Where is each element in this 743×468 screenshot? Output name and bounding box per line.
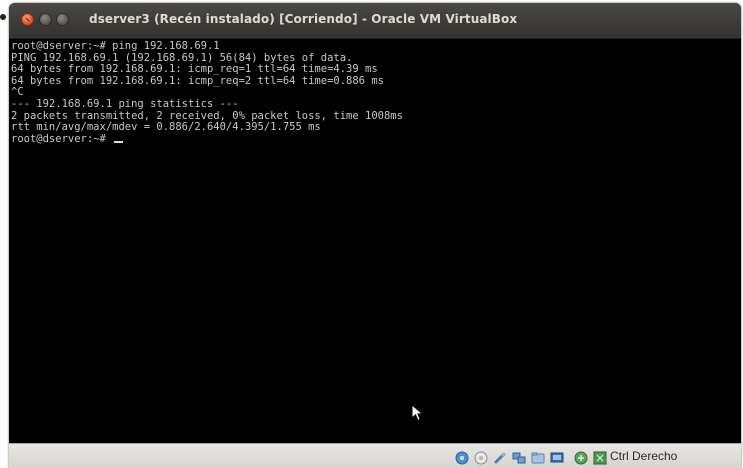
- virtualbox-window: dserver3 (Recén instalado) [Corriendo] -…: [9, 3, 741, 468]
- terminal-prompt-line[interactable]: root@dserver:~#: [11, 132, 741, 146]
- close-window-icon[interactable]: [21, 13, 34, 26]
- network-icon[interactable]: [512, 451, 526, 465]
- window-title: dserver3 (Recén instalado) [Corriendo] -…: [89, 12, 518, 26]
- maximize-window-icon[interactable]: [56, 13, 69, 26]
- list-bullet: [0, 14, 6, 20]
- hard-disk-icon[interactable]: [455, 451, 469, 465]
- host-key-label: Ctrl Derecho: [610, 449, 678, 463]
- minimize-window-icon[interactable]: [39, 13, 52, 26]
- display-icon[interactable]: [550, 451, 564, 465]
- terminal-line-statistics-header: --- 192.168.69.1 ping statistics ---: [11, 97, 239, 110]
- title-bar[interactable]: dserver3 (Recén instalado) [Corriendo] -…: [9, 3, 741, 39]
- optical-drive-icon[interactable]: [474, 451, 488, 465]
- text-cursor: [114, 140, 124, 143]
- shared-folders-icon[interactable]: [531, 451, 545, 465]
- host-key-indicator-icon: [593, 451, 607, 465]
- terminal-line-rtt-summary: rtt min/avg/max/mdev = 0.886/2.640/4.395…: [11, 121, 321, 134]
- mouse-integration-icon[interactable]: [574, 451, 588, 465]
- terminal-prompt: root@dserver:~#: [11, 132, 113, 145]
- mouse-pointer-icon: [411, 404, 424, 422]
- status-bar: Ctrl Derecho: [9, 443, 741, 468]
- vm-console-terminal[interactable]: root@dserver:~# ping 192.168.69.1 PING 1…: [9, 39, 741, 443]
- usb-icon[interactable]: [493, 451, 507, 465]
- terminal-line-reply-2: 64 bytes from 192.168.69.1: icmp_req=2 t…: [11, 74, 384, 87]
- terminal-line-ping-command: root@dserver:~# ping 192.168.69.1: [11, 40, 220, 52]
